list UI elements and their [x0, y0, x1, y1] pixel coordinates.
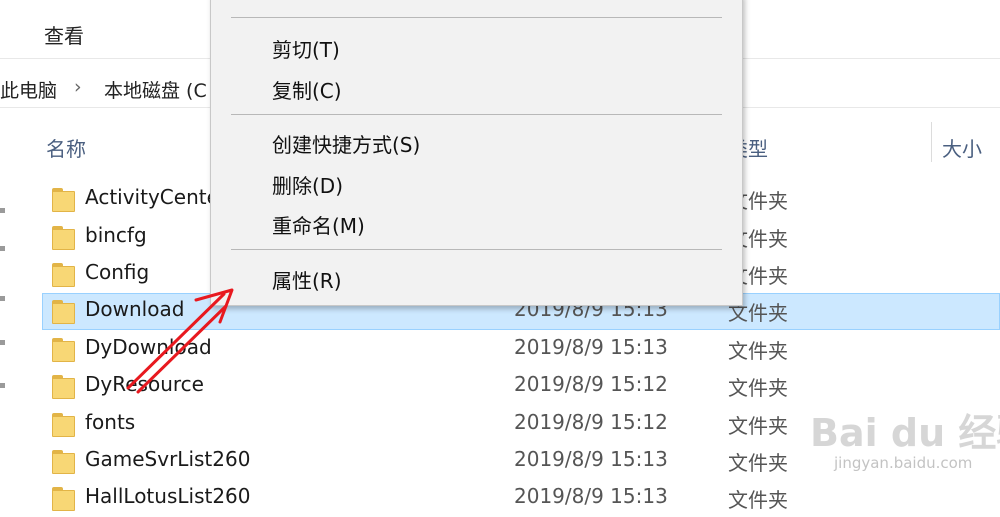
baidu-watermark: Bai du 经验 jingyan.baidu.com — [792, 392, 1000, 482]
watermark-url: jingyan.baidu.com — [834, 454, 973, 472]
watermark-logo: Bai du 经验 — [810, 411, 1000, 455]
